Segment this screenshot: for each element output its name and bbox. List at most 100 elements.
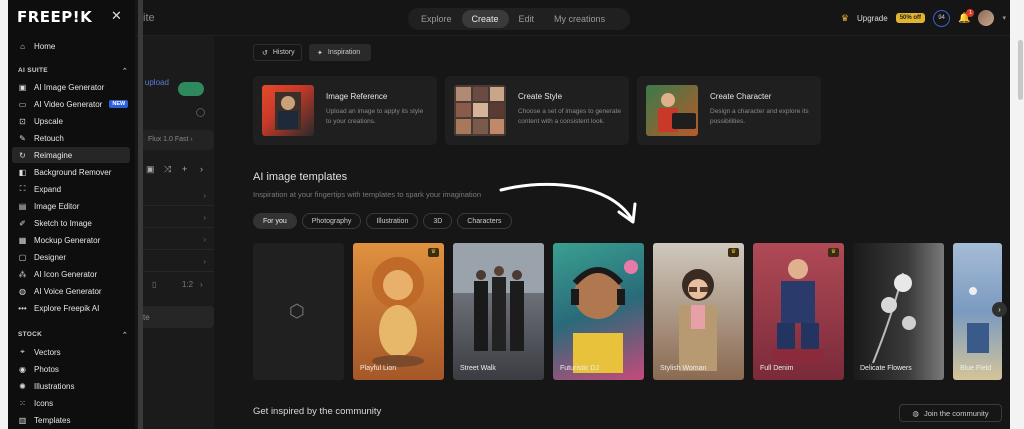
sidebar-item-expand[interactable]: ⛶ Expand [12,181,130,197]
sidebar-section-ai-suite[interactable]: AI SUITE ⌃ [18,67,128,75]
tile-label: Playful Lion [360,365,397,372]
character-icon [658,93,696,132]
carousel-next-button[interactable]: › [992,302,1007,317]
portrait-thumbnail-icon [275,92,301,130]
woman-figure-icon [679,269,717,371]
main-nav: Explore Create Edit My creations [408,8,630,30]
chevron-down-icon[interactable]: ▾ [1002,14,1006,22]
nav-tab-my-creations[interactable]: My creations [544,10,615,28]
card-create-style[interactable]: Create Style Choose a set of images to g… [445,76,629,145]
sidebar-scrollbar[interactable] [138,0,143,429]
community-title: Get inspired by the community [253,406,382,417]
notification-count: 1 [966,8,975,17]
upload-link[interactable]: r upload [140,78,169,87]
template-tile[interactable]: Street Walk [453,243,544,380]
panel-row[interactable]: › [140,252,214,272]
avatar[interactable] [978,10,995,26]
sidebar-item-photos[interactable]: ◉ Photos [12,361,130,377]
tile-label: Full Denim [760,365,794,372]
card-thumbnail [646,85,698,136]
template-tile[interactable]: ♛ Stylish Woman [653,243,744,380]
dj-figure-icon [571,260,638,373]
sidebar-item-explore-freepik-ai[interactable]: ••• Explore Freepik AI [12,300,130,316]
sidebar-item-label: Expand [34,184,62,194]
filter-illustration[interactable]: Illustration [366,213,419,229]
sidebar-item-icons[interactable]: ⁙ Icons [12,395,130,411]
sidebar-item-retouch[interactable]: ✎ Retouch [12,130,130,146]
join-community-button[interactable]: ◍ Join the community [899,404,1002,422]
tab-inspiration[interactable]: ✦ Inspiration [309,44,371,61]
template-tile[interactable]: Delicate Flowers [853,243,944,380]
card-thumbnail [454,85,506,136]
panel-row[interactable]: › [140,208,214,228]
main-content: ↺ History ✦ Inspiration Image Reference … [244,36,1010,429]
sidebar-item-label: Explore Freepik AI [34,303,100,313]
filter-for-you[interactable]: For you [253,213,297,229]
card-image-reference[interactable]: Image Reference Upload an image to apply… [253,76,437,145]
section-heading: STOCK [18,331,43,338]
filter-photography[interactable]: Photography [301,213,362,229]
crown-icon: ♛ [840,12,849,23]
designer-icon: ▢ [18,252,27,262]
card-thumbnail [262,85,314,136]
voice-icon: ◍ [19,286,26,296]
sidebar-item-mockup-generator[interactable]: ▦ Mockup Generator [12,232,130,248]
sidebar-item-ai-icon-generator[interactable]: ⁂ AI Icon Generator [12,266,130,282]
sidebar-section-stock[interactable]: STOCK ⌃ [18,331,128,339]
template-tile[interactable]: ♛ Full Denim [753,243,844,380]
model-selector[interactable]: Flux 1.0 Fast › [140,130,214,150]
sidebar-item-home[interactable]: ⌂ Home [12,38,130,54]
sidebar-item-designer[interactable]: ▢ Designer [12,249,130,265]
generate-button[interactable]: te [140,306,214,328]
sidebar-item-ai-voice-generator[interactable]: ◍ AI Voice Generator [12,283,130,299]
page-scrollbar[interactable] [1018,40,1023,100]
filter-3d[interactable]: 3D [423,213,453,229]
sidebar-item-ai-video-generator[interactable]: ▭ AI Video Generator NEW [12,96,130,112]
sidebar-item-label: Sketch to Image [34,218,92,228]
annotation-arrow-icon [499,182,637,224]
portrait-icon: ▯ [152,280,157,289]
filter-characters[interactable]: Characters [457,213,512,229]
bell-icon[interactable]: 🔔 1 [958,8,975,24]
ratio-value: 1:2 [182,280,194,289]
vector-icon: ⌖ [20,347,25,356]
sidebar-item-templates[interactable]: ▥ Templates [12,412,130,428]
panel-row[interactable]: › [140,230,214,250]
card-create-character[interactable]: Create Character Design a character and … [637,76,821,145]
template-tile[interactable]: Futuristic DJ [553,243,644,380]
image-icon[interactable]: ▣ [146,164,155,175]
settings-icon[interactable] [196,108,205,117]
sidebar-item-sketch-to-image[interactable]: ✐ Sketch to Image [12,215,130,231]
credits-counter[interactable]: 94 [933,9,951,27]
sidebar-item-image-editor[interactable]: ▤ Image Editor [12,198,130,214]
sidebar-item-background-remover[interactable]: ◧ Background Remover [12,164,130,180]
premium-crown-icon: ♛ [728,248,739,257]
sidebar-item-vectors[interactable]: ⌖ Vectors [12,344,130,360]
template-tile-empty[interactable]: ⬡ [253,243,344,380]
upgrade-button[interactable]: Upgrade [857,14,888,23]
sidebar-item-ai-image-generator[interactable]: ▣ AI Image Generator [12,79,130,95]
nav-tab-edit[interactable]: Edit [509,10,545,28]
expand-icon: ⛶ [19,184,26,193]
image-editor-icon: ▤ [18,201,27,211]
lion-figure-icon [372,257,424,367]
freepik-logo[interactable]: FREEP!K [17,8,92,26]
template-tile[interactable]: ♛ Playful Lion [353,243,444,380]
top-bar: ite Explore Create Edit My creations ♛ U… [8,0,1010,36]
panel-row[interactable]: › [140,186,214,206]
sidebar-item-upscale[interactable]: ⊡ Upscale [12,113,130,129]
tab-history[interactable]: ↺ History [253,44,302,61]
shuffle-icon[interactable]: ⤨ [164,164,171,175]
plus-icon[interactable]: + [182,164,187,174]
video-icon: ▭ [18,99,27,109]
upload-toggle[interactable] [178,82,204,96]
premium-crown-icon: ♛ [828,248,839,257]
nav-tab-explore[interactable]: Explore [411,10,462,28]
close-icon[interactable]: ✕ [111,8,122,24]
chevron-right-icon[interactable]: › [200,164,203,174]
tile-label: Stylish Woman [660,365,707,372]
icons-icon: ⁙ [19,398,26,408]
nav-tab-create[interactable]: Create [461,10,509,28]
sidebar-item-illustrations[interactable]: ✺ Illustrations [12,378,130,394]
sidebar-item-reimagine[interactable]: ↻ Reimagine [12,147,130,163]
